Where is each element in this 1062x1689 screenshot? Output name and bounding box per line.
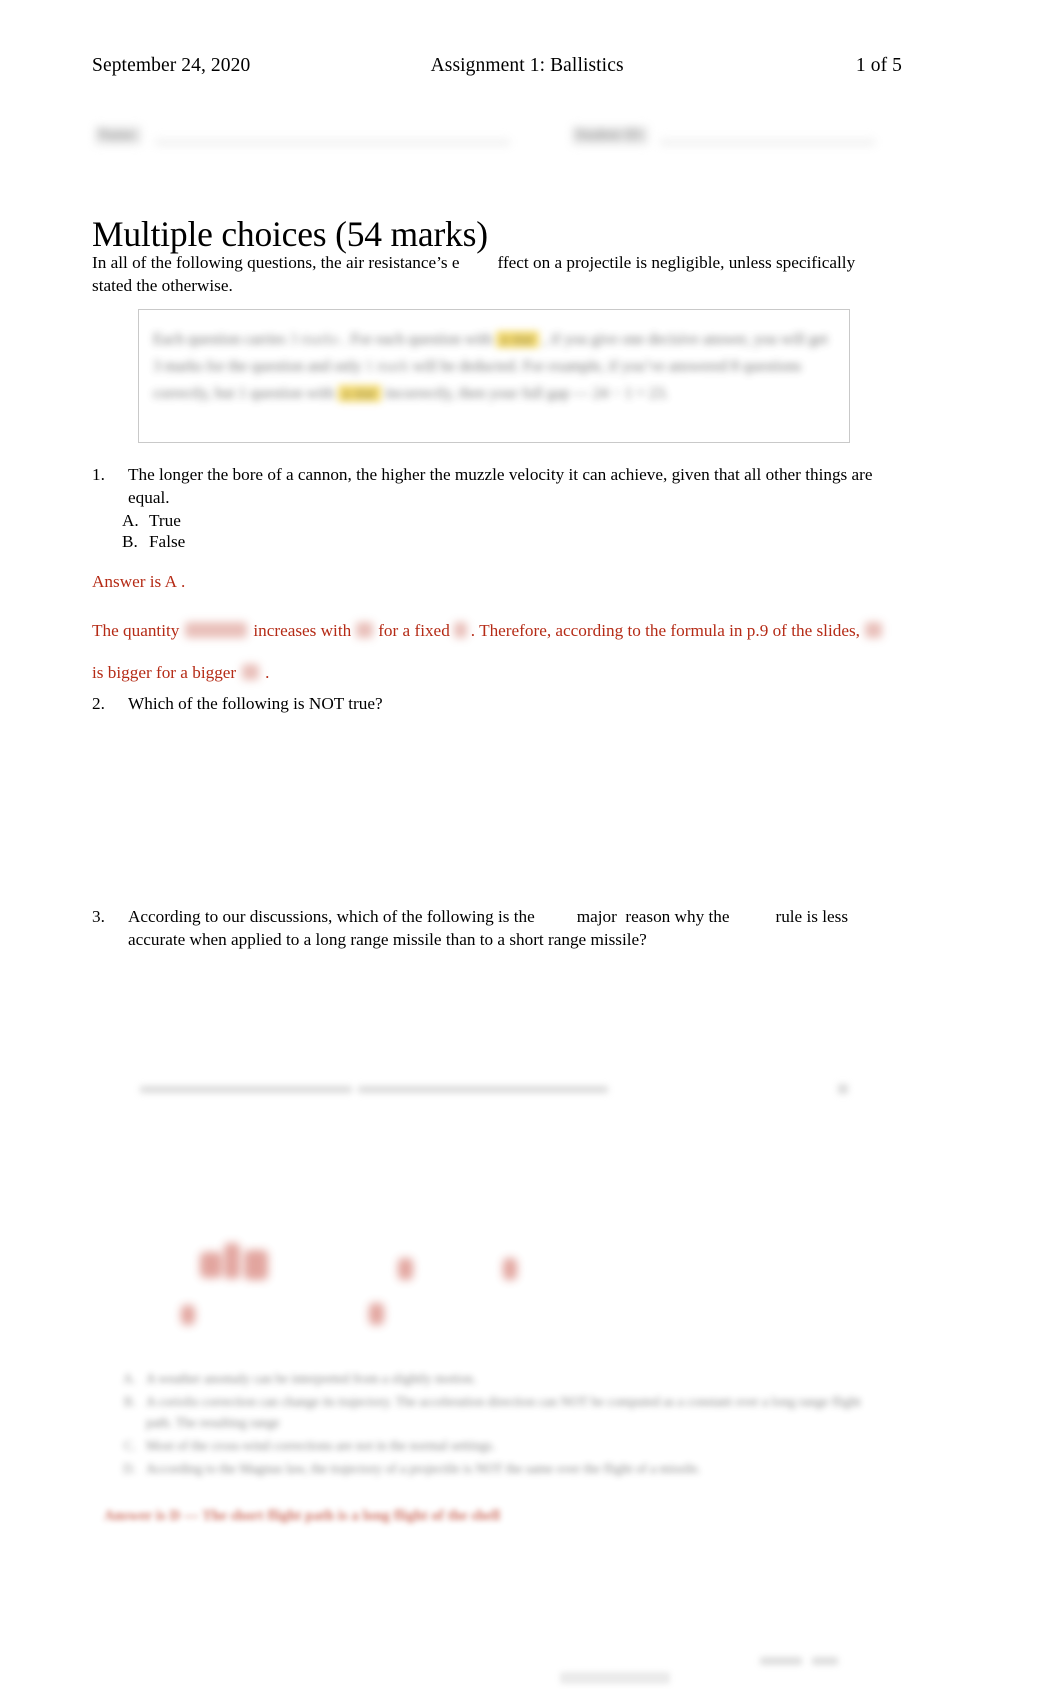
answer-1-period: . xyxy=(180,572,186,591)
redacted-option-list: A. A weather anomaly can be interpreted … xyxy=(112,1368,882,1481)
note-line1-a: Each question carries xyxy=(153,331,286,348)
student-id-label: Student ID: xyxy=(571,125,648,145)
question-3-text-c: reason why the xyxy=(625,907,730,926)
redacted-item-text: According to the Magnus law, the traject… xyxy=(146,1460,701,1476)
answer-1-para-g: . xyxy=(265,663,270,683)
note-line2-b: 1 mark xyxy=(365,358,409,376)
answer-1-text: Answer is A xyxy=(92,572,177,591)
redacted-item-text: A coriolis correction can change its tra… xyxy=(146,1393,861,1431)
redacted-formula-3 xyxy=(453,622,467,638)
redacted-formula-1 xyxy=(185,622,248,638)
redacted-segment xyxy=(140,1086,352,1093)
redacted-segment xyxy=(838,1084,848,1094)
redacted-formula-blob xyxy=(224,1243,240,1279)
option-b-letter: B. xyxy=(122,531,138,551)
redacted-formula-blob xyxy=(369,1303,384,1325)
question-3: 3. According to our discussions, which o… xyxy=(92,906,892,952)
redacted-item-text: A weather anomaly can be interpreted fro… xyxy=(146,1371,477,1386)
redacted-formula-blob xyxy=(181,1305,195,1325)
option-a-label: True xyxy=(149,511,181,530)
question-1: 1. The longer the bore of a cannon, the … xyxy=(92,464,892,510)
redacted-formula-blob xyxy=(398,1258,413,1280)
question-1-options: A. True B. False xyxy=(122,511,185,553)
redacted-formula-2 xyxy=(356,622,374,638)
redacted-list-item: C. Most of the cross-wind corrections ar… xyxy=(112,1435,882,1457)
redacted-horizontal-content-1 xyxy=(138,1082,850,1104)
redacted-segment xyxy=(812,1657,838,1665)
instructions-note-box-content: Each question carries 3 marks . For each… xyxy=(139,310,851,444)
redacted-formula-blob xyxy=(200,1252,222,1278)
redacted-item-letter: B. xyxy=(123,1393,136,1409)
name-and-student-id-row: Name: Student ID: xyxy=(95,118,895,152)
intro-paragraph: In all of the following questions, the a… xyxy=(92,252,892,298)
note-line1-e: , if you give one decisive xyxy=(543,331,699,348)
document-page: September 24, 2020 Assignment 1: Ballist… xyxy=(0,0,1062,1689)
note-line1-c: . For each question with xyxy=(342,331,493,348)
question-1-option-a[interactable]: A. True xyxy=(122,511,185,532)
redacted-item-letter: A. xyxy=(122,1371,136,1386)
question-1-answer-explanation: The quantity increases with for a fixed . T… xyxy=(92,610,892,694)
student-id-write-in-line xyxy=(659,126,875,144)
note-line1-b: 3 marks xyxy=(289,331,339,348)
redacted-formula-5 xyxy=(242,664,260,681)
redacted-item-letter: C. xyxy=(123,1438,136,1454)
redacted-item-letter: D. xyxy=(122,1460,136,1476)
note-line2-c: will be deducted. xyxy=(412,358,519,376)
answer-1-para-f: is bigger for a bigger xyxy=(92,663,237,683)
note-line4: incorrectly, then your full gap — 24 − 1… xyxy=(384,385,669,403)
redacted-list-item: D. According to the Magnus law, the traj… xyxy=(112,1458,882,1480)
answer-1-para-e: the slides, xyxy=(791,621,860,640)
instructions-note-box: Each question carries 3 marks . For each… xyxy=(138,309,850,443)
answer-1-para-b: increases with xyxy=(253,621,352,640)
redacted-formula-4 xyxy=(864,622,882,638)
question-2-text: Which of the following is NOT true? xyxy=(128,694,383,713)
question-2: 2. Which of the following is NOT true? xyxy=(92,693,892,716)
redacted-footer-content xyxy=(760,1654,880,1670)
question-3-text-b: major xyxy=(576,907,617,926)
note-star-highlight-2: a star xyxy=(337,385,382,403)
intro-part-1: In all of the following questions, the a… xyxy=(92,253,460,272)
name-label: Name: xyxy=(95,125,141,145)
redacted-segment xyxy=(358,1086,608,1093)
redacted-item-text: Most of the cross-wind corrections are n… xyxy=(146,1438,496,1454)
question-1-option-b[interactable]: B. False xyxy=(122,532,185,553)
answer-1-para-c: for a fixed xyxy=(378,621,450,640)
header-date: September 24, 2020 xyxy=(92,55,251,76)
redacted-formula-blob xyxy=(244,1250,268,1280)
question-3-text-a: According to our discussions, which of t… xyxy=(128,907,535,926)
name-write-in-line xyxy=(154,126,510,144)
question-1-text: The longer the bore of a cannon, the hig… xyxy=(128,465,873,507)
answer-1-para-a: The quantity xyxy=(92,621,180,640)
question-3-number: 3. xyxy=(92,907,105,926)
note-star-highlight-1: a star xyxy=(496,331,540,348)
redacted-footer-content-2 xyxy=(560,1672,670,1684)
option-a-letter: A. xyxy=(122,511,139,530)
question-1-answer-line: Answer is A. xyxy=(92,571,185,594)
redacted-list-item: A. A weather anomaly can be interpreted … xyxy=(112,1368,882,1390)
redacted-formula-blob xyxy=(503,1258,517,1280)
option-b-label: False xyxy=(149,531,186,551)
redacted-list-item: B. A coriolis correction can change its … xyxy=(112,1391,882,1434)
question-2-number: 2. xyxy=(92,694,105,713)
redacted-segment xyxy=(760,1657,802,1665)
lower-answer-note: Answer is D — The short flight path is a… xyxy=(104,1508,501,1524)
page-header: September 24, 2020 Assignment 1: Ballist… xyxy=(92,55,902,77)
answer-1-para-d: . Therefore, according to the formula in… xyxy=(470,621,787,640)
question-3-text: According to our discussions, which of t… xyxy=(128,906,892,952)
question-1-number: 1. xyxy=(92,465,105,484)
header-page-indicator: 1 of 5 xyxy=(855,55,902,76)
header-title: Assignment 1: Ballistics xyxy=(430,55,624,76)
section-title: Multiple choices (54 marks) xyxy=(92,213,488,254)
